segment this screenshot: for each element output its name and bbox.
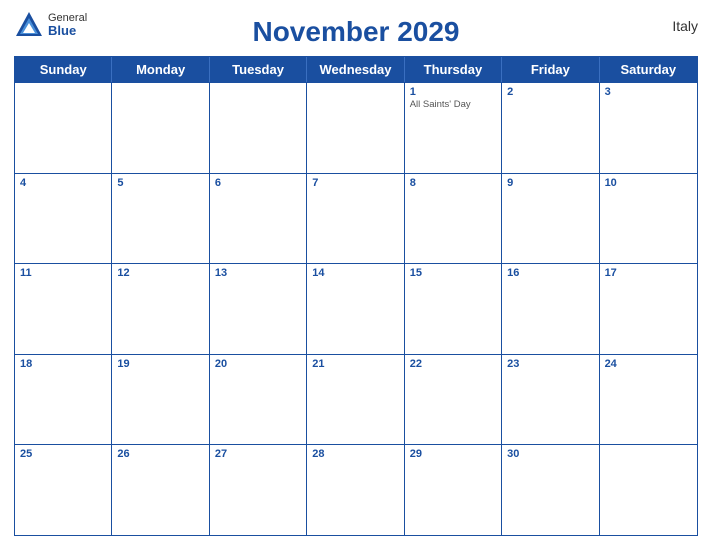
header-thursday: Thursday [405, 57, 502, 82]
day-cell-w1-d2 [112, 83, 209, 173]
day-number: 28 [312, 448, 398, 460]
week-row-4: 18 19 20 21 22 23 24 [15, 354, 697, 445]
header-monday: Monday [112, 57, 209, 82]
day-number: 4 [20, 177, 106, 189]
day-cell-w3-d1: 11 [15, 264, 112, 354]
day-cell-w5-d1: 25 [15, 445, 112, 535]
day-cell-w2-d4: 7 [307, 174, 404, 264]
logo-blue-label: Blue [48, 24, 87, 38]
day-cell-w4-d4: 21 [307, 355, 404, 445]
day-cell-w5-d3: 27 [210, 445, 307, 535]
day-cell-w1-d5: 1All Saints' Day [405, 83, 502, 173]
day-number: 16 [507, 267, 593, 279]
country-label: Italy [672, 18, 698, 34]
header-friday: Friday [502, 57, 599, 82]
day-number: 17 [605, 267, 692, 279]
day-cell-w5-d6: 30 [502, 445, 599, 535]
calendar-header: General Blue November 2029 Italy [14, 10, 698, 56]
day-number: 18 [20, 358, 106, 370]
day-headers: Sunday Monday Tuesday Wednesday Thursday… [15, 57, 697, 82]
header-wednesday: Wednesday [307, 57, 404, 82]
logo-icon [14, 10, 44, 40]
day-cell-w1-d7: 3 [600, 83, 697, 173]
day-cell-w3-d6: 16 [502, 264, 599, 354]
week-row-2: 456789 10 [15, 173, 697, 264]
calendar-container: General Blue November 2029 Italy Sunday … [0, 0, 712, 550]
header-sunday: Sunday [15, 57, 112, 82]
day-number: 22 [410, 358, 496, 370]
day-cell-w3-d3: 13 [210, 264, 307, 354]
day-number: 23 [507, 358, 593, 370]
day-number: 19 [117, 358, 203, 370]
logo-text: General Blue [48, 12, 87, 38]
logo: General Blue [14, 10, 87, 40]
day-number: 1 [410, 86, 496, 98]
day-number: 13 [215, 267, 301, 279]
day-cell-w5-d5: 29 [405, 445, 502, 535]
day-cell-w4-d2: 19 [112, 355, 209, 445]
day-number: 15 [410, 267, 496, 279]
day-cell-w3-d4: 14 [307, 264, 404, 354]
day-cell-w4-d6: 23 [502, 355, 599, 445]
day-cell-w2-d1: 4 [15, 174, 112, 264]
day-number: 21 [312, 358, 398, 370]
day-cell-w3-d5: 15 [405, 264, 502, 354]
day-cell-w4-d3: 20 [210, 355, 307, 445]
day-number: 25 [20, 448, 106, 460]
day-number: 24 [605, 358, 692, 370]
day-number: 3 [605, 86, 692, 98]
calendar-grid: Sunday Monday Tuesday Wednesday Thursday… [14, 56, 698, 536]
day-cell-w4-d7: 24 [600, 355, 697, 445]
day-number: 30 [507, 448, 593, 460]
day-cell-w5-d2: 26 [112, 445, 209, 535]
day-cell-w1-d3 [210, 83, 307, 173]
day-number: 7 [312, 177, 398, 189]
day-number: 20 [215, 358, 301, 370]
day-number: 14 [312, 267, 398, 279]
day-number: 8 [410, 177, 496, 189]
day-cell-w3-d2: 12 [112, 264, 209, 354]
day-cell-w5-d4: 28 [307, 445, 404, 535]
day-cell-w2-d2: 5 [112, 174, 209, 264]
day-number: 29 [410, 448, 496, 460]
day-cell-w1-d1 [15, 83, 112, 173]
day-number: 27 [215, 448, 301, 460]
week-row-1: 1All Saints' Day 23 [15, 82, 697, 173]
day-number: 5 [117, 177, 203, 189]
day-number: 11 [20, 267, 106, 279]
day-number: 26 [117, 448, 203, 460]
header-tuesday: Tuesday [210, 57, 307, 82]
day-cell-w2-d6: 9 [502, 174, 599, 264]
holiday-label: All Saints' Day [410, 99, 496, 110]
week-row-5: 25 26 27 28 29 30 [15, 444, 697, 535]
day-cell-w1-d4 [307, 83, 404, 173]
day-number: 2 [507, 86, 593, 98]
day-cell-w4-d5: 22 [405, 355, 502, 445]
weeks-container: 1All Saints' Day234567891011121314151617… [15, 82, 697, 535]
week-row-3: 11 12 13 14 15 16 17 [15, 263, 697, 354]
day-cell-w4-d1: 18 [15, 355, 112, 445]
day-number: 9 [507, 177, 593, 189]
day-cell-w2-d7: 10 [600, 174, 697, 264]
month-title: November 2029 [252, 16, 459, 48]
day-number: 12 [117, 267, 203, 279]
header-saturday: Saturday [600, 57, 697, 82]
day-cell-w5-d7 [600, 445, 697, 535]
day-cell-w1-d6: 2 [502, 83, 599, 173]
day-cell-w3-d7: 17 [600, 264, 697, 354]
day-number: 6 [215, 177, 301, 189]
day-cell-w2-d5: 8 [405, 174, 502, 264]
day-cell-w2-d3: 6 [210, 174, 307, 264]
day-number: 10 [605, 177, 692, 189]
